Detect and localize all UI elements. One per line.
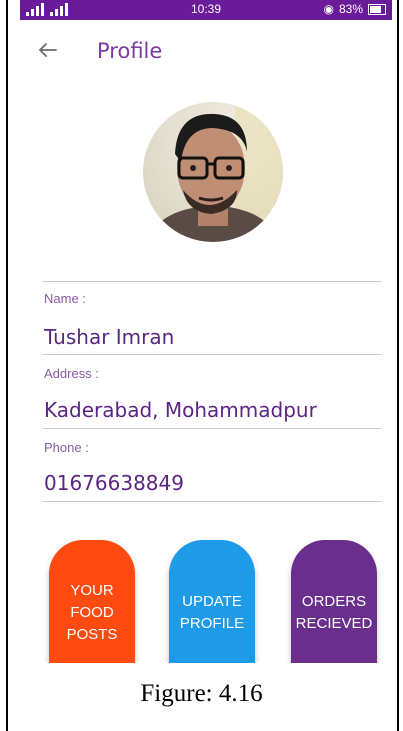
status-right: ◉ 83% — [323, 2, 386, 16]
address-label: Address : — [44, 366, 99, 381]
orders-received-button[interactable]: ORDERS RECIEVED — [291, 540, 377, 663]
name-value: Tushar Imran — [44, 325, 175, 349]
divider — [43, 501, 381, 502]
divider — [43, 428, 381, 429]
frame-border-left — [6, 0, 8, 731]
your-food-posts-button[interactable]: YOUR FOOD POSTS — [49, 540, 135, 663]
back-button[interactable] — [38, 40, 58, 60]
page-title: Profile — [97, 39, 163, 63]
divider — [43, 354, 381, 355]
frame-border-right — [397, 0, 399, 731]
update-profile-label: UPDATE PROFILE — [179, 593, 245, 632]
your-food-posts-label: YOUR FOOD POSTS — [66, 582, 118, 643]
status-bar: 10:39 ◉ 83% — [20, 0, 392, 20]
name-label: Name : — [44, 291, 86, 306]
divider — [43, 281, 381, 282]
figure-caption: Figure: 4.16 — [140, 680, 263, 707]
eye-icon: ◉ — [323, 2, 334, 16]
phone-screen: 10:39 ◉ 83% Profile Name: Tushar Imran … — [20, 0, 392, 663]
arrow-left-icon — [39, 43, 57, 57]
battery-percent: 83% — [338, 2, 363, 16]
phone-value: 01676638849 — [44, 471, 184, 495]
update-profile-button[interactable]: UPDATE PROFILE — [169, 540, 255, 663]
figure-frame: 10:39 ◉ 83% Profile Name: Tushar Imran … — [0, 0, 403, 731]
address-value: Kaderabad, Mohammadpur — [44, 398, 317, 422]
battery-icon — [368, 3, 386, 15]
orders-received-label: ORDERS RECIEVED — [295, 593, 373, 632]
app-bar: Profile — [20, 20, 392, 84]
phone-label: Phone : — [44, 440, 89, 455]
avatar — [143, 102, 283, 242]
